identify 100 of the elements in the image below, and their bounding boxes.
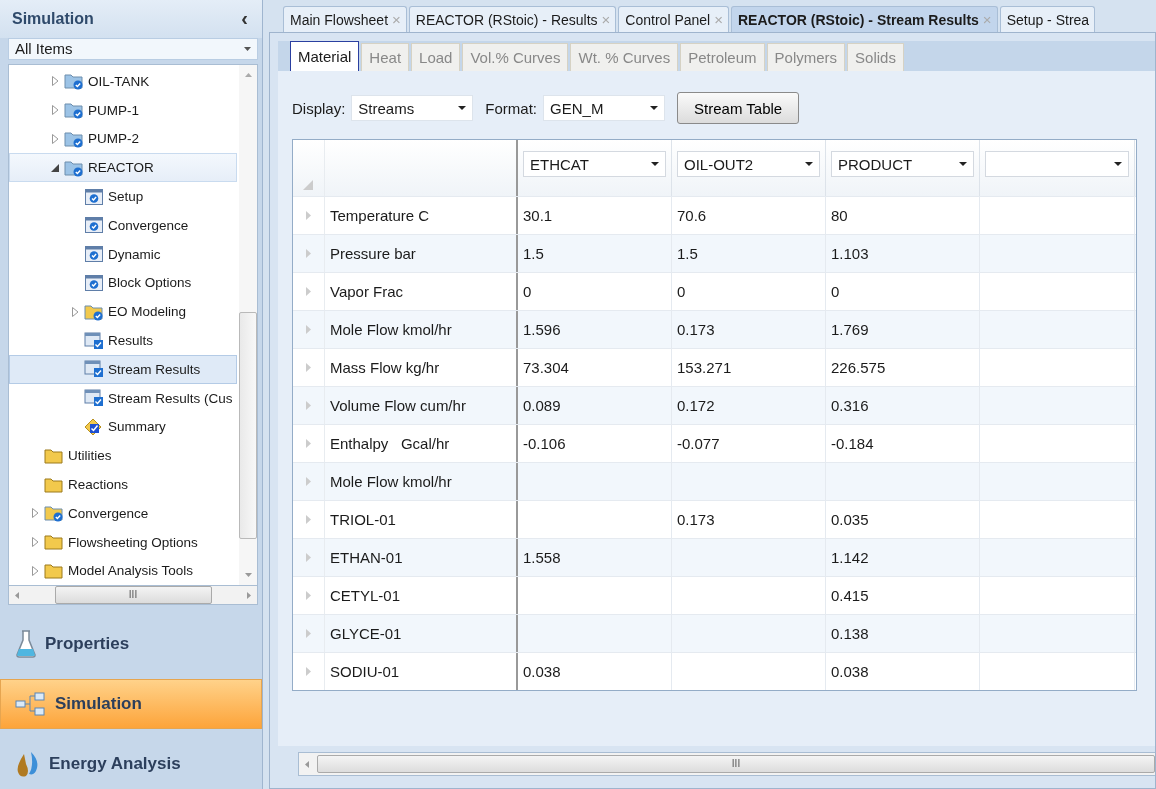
- scroll-up-icon[interactable]: [244, 73, 252, 77]
- tree-item[interactable]: Flowsheeting Options: [9, 527, 237, 557]
- display-label: Display:: [292, 99, 346, 117]
- navigation-button[interactable]: Simulation: [0, 679, 262, 729]
- tree-item[interactable]: Results: [9, 326, 237, 355]
- row-arrow-icon[interactable]: [306, 401, 311, 410]
- expand-arrow-icon[interactable]: [51, 105, 59, 116]
- scrollbar-grip: III: [128, 590, 138, 600]
- tree-item[interactable]: Dynamic: [9, 239, 237, 269]
- row-arrow-icon[interactable]: [306, 553, 311, 562]
- scrollbar-grip: III: [731, 759, 741, 769]
- tree-item[interactable]: Utilities: [9, 441, 237, 471]
- horizontal-scrollbar[interactable]: III: [298, 752, 1155, 776]
- expand-arrow-icon[interactable]: [31, 565, 39, 576]
- stream-dropdown[interactable]: OIL-OUT2: [677, 151, 820, 177]
- tree-item[interactable]: PUMP-1: [9, 95, 237, 125]
- tree-label: Model Analysis Tools: [68, 563, 194, 579]
- scrollbar-thumb[interactable]: [239, 311, 257, 539]
- row-label: Volume Flow cum/hr: [330, 397, 466, 414]
- sidebar-title: Simulation: [12, 9, 94, 28]
- format-dropdown[interactable]: GEN_M: [543, 95, 666, 121]
- row-arrow-icon[interactable]: [306, 667, 311, 676]
- caret-icon: [959, 162, 967, 166]
- table-cell: 1.558: [523, 549, 561, 566]
- tree-item[interactable]: Summary: [9, 412, 237, 442]
- row-arrow-icon[interactable]: [306, 477, 311, 486]
- tree-label: Setup: [108, 189, 144, 205]
- tree-item[interactable]: EO Modeling: [9, 297, 237, 327]
- tree-label: Dynamic: [108, 246, 161, 262]
- table-cell: 0.038: [523, 663, 561, 680]
- tree-item[interactable]: Stream Results (Cus: [9, 383, 237, 413]
- row-arrow-icon[interactable]: [306, 439, 311, 448]
- row-arrow-icon[interactable]: [306, 629, 311, 638]
- scrollbar-thumb[interactable]: III: [317, 755, 1155, 773]
- row-arrow-icon[interactable]: [306, 363, 311, 372]
- select-all-corner-icon[interactable]: [303, 180, 313, 190]
- row-arrow-icon[interactable]: [306, 249, 311, 258]
- block-folder-icon: [64, 101, 84, 120]
- tree-item[interactable]: Reactions: [9, 470, 237, 499]
- row-arrow-icon[interactable]: [306, 515, 311, 524]
- table-cell: 30.1: [523, 207, 553, 224]
- table-cell: 1.142: [831, 549, 869, 566]
- tree-item[interactable]: Stream Results: [9, 354, 237, 384]
- tree-item[interactable]: PUMP-2: [9, 124, 237, 154]
- row-label: Mole Flow kmol/hr: [330, 473, 452, 490]
- scroll-left-icon[interactable]: [305, 760, 309, 768]
- row-label: SODIU-01: [330, 663, 400, 680]
- expand-arrow-icon[interactable]: [51, 134, 59, 144]
- table-cell: 1.5: [523, 245, 544, 262]
- scrollbar-thumb[interactable]: III: [54, 586, 212, 604]
- collapse-button[interactable]: ‹: [239, 7, 250, 31]
- tree-item[interactable]: OIL-TANK: [9, 67, 237, 96]
- document-tab[interactable]: REACTOR (RStoic) - Results ×: [408, 6, 617, 32]
- stream-table-button[interactable]: Stream Table: [677, 92, 800, 124]
- document-tab[interactable]: Setup - Strea: [999, 6, 1096, 32]
- filter-dropdown[interactable]: All Items: [8, 37, 258, 60]
- stream-dropdown[interactable]: ETHCAT: [523, 151, 666, 177]
- navigation-button[interactable]: Properties: [0, 619, 262, 669]
- row-arrow-icon[interactable]: [306, 211, 311, 220]
- scroll-down-icon[interactable]: [244, 573, 252, 577]
- document-tab[interactable]: Control Panel ×: [618, 6, 729, 32]
- horizontal-scrollbar[interactable]: III: [8, 585, 258, 605]
- table-cell: 73.304: [523, 359, 569, 376]
- collapse-arrow-icon[interactable]: [51, 163, 59, 172]
- stream-dropdown[interactable]: PRODUCT: [831, 151, 974, 177]
- expand-arrow-icon[interactable]: [51, 76, 59, 87]
- tree-label: Stream Results: [108, 361, 201, 377]
- scroll-left-icon[interactable]: [15, 591, 19, 599]
- summary-check-icon: [84, 417, 104, 436]
- caret-icon: [244, 46, 251, 51]
- sheet-tab[interactable]: Material: [290, 41, 360, 71]
- tree-item[interactable]: Convergence: [9, 211, 237, 240]
- table-cell: 80: [831, 207, 848, 224]
- block-folder-icon: [64, 130, 84, 148]
- tab-title: Control Panel: [625, 11, 711, 28]
- vertical-scrollbar[interactable]: [239, 65, 257, 585]
- expand-arrow-icon[interactable]: [71, 306, 79, 317]
- table-cell: 0.172: [677, 397, 715, 414]
- tree-item[interactable]: Model Analysis Tools: [9, 556, 237, 585]
- expand-arrow-icon[interactable]: [31, 537, 39, 548]
- row-arrow-icon[interactable]: [306, 287, 311, 296]
- tree-item[interactable]: Block Options: [9, 268, 237, 298]
- document-tab[interactable]: REACTOR (RStoic) - Stream Results ×: [730, 6, 998, 32]
- expand-arrow-icon[interactable]: [31, 508, 39, 519]
- tree-item[interactable]: Setup: [9, 182, 237, 211]
- table-cell: 0.173: [677, 321, 715, 338]
- tree-item[interactable]: REACTOR: [9, 153, 237, 183]
- scroll-right-icon[interactable]: [247, 591, 251, 599]
- table-cell: 0.138: [831, 625, 869, 642]
- row-arrow-icon[interactable]: [306, 591, 311, 600]
- tree-label: Convergence: [68, 505, 149, 521]
- checked-form-icon: [84, 245, 104, 264]
- stream-dropdown[interactable]: [985, 151, 1129, 177]
- table-cell: 1.596: [523, 321, 561, 338]
- display-dropdown[interactable]: Streams: [351, 95, 474, 121]
- navigation-button[interactable]: Energy Analysis: [0, 739, 262, 789]
- tree-item[interactable]: Convergence: [9, 498, 237, 528]
- row-arrow-icon[interactable]: [306, 325, 311, 334]
- caret-icon: [458, 106, 467, 110]
- document-tab[interactable]: Main Flowsheet ×: [283, 6, 407, 32]
